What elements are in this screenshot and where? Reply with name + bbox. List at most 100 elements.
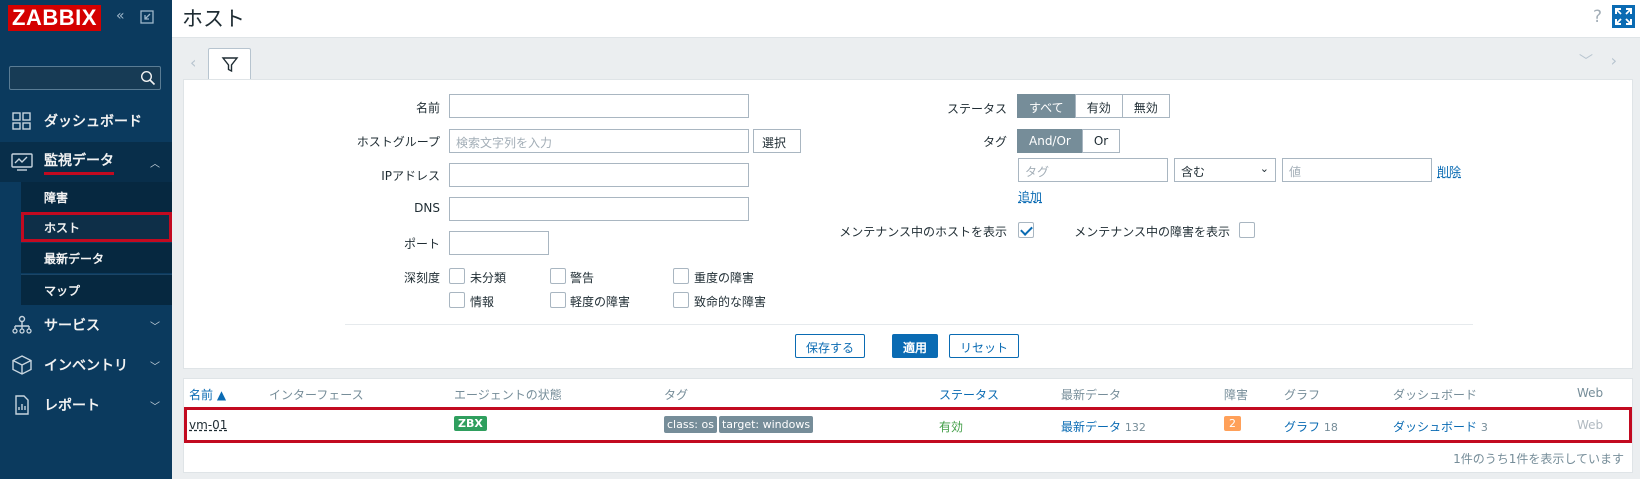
tags-label: タグ bbox=[982, 135, 1007, 149]
ip-input[interactable] bbox=[449, 163, 749, 187]
sidebar-subitem-label: 最新データ bbox=[44, 252, 105, 266]
column-header-tags: タグ bbox=[664, 388, 689, 402]
sidebar-item-reports[interactable]: レポート ﹀ bbox=[0, 385, 172, 425]
sidebar-item-services[interactable]: サービス ﹀ bbox=[0, 305, 172, 345]
tag-operator-segmented-control[interactable]: And/Or Or bbox=[1017, 129, 1121, 153]
sidebar-item-label: 監視データ bbox=[44, 150, 114, 175]
filter-tab[interactable] bbox=[208, 48, 251, 81]
sidebar-subitem-label: 障害 bbox=[44, 191, 69, 205]
severity-disaster-checkbox[interactable] bbox=[673, 292, 689, 308]
sidebar-search-input[interactable] bbox=[9, 66, 161, 90]
hostgroup-label: ホストグループ bbox=[356, 135, 440, 149]
severity-option-label: 未分類 bbox=[470, 271, 507, 285]
dns-input[interactable] bbox=[449, 197, 749, 221]
host-status-link[interactable]: 有効 bbox=[939, 418, 963, 435]
sidebar-item-dashboard[interactable]: ダッシュボード bbox=[0, 101, 172, 141]
status-label: ステータス bbox=[946, 102, 1007, 116]
dashboards-link[interactable]: ダッシュボード bbox=[1393, 420, 1477, 434]
hide-sidebar-icon[interactable] bbox=[140, 10, 154, 24]
latest-data-link[interactable]: 最新データ bbox=[1061, 420, 1121, 434]
help-icon[interactable]: ? bbox=[1593, 7, 1602, 27]
problems-badge[interactable]: 2 bbox=[1224, 416, 1241, 431]
collapse-sidebar-icon[interactable]: « bbox=[116, 8, 125, 24]
severity-high-checkbox[interactable] bbox=[673, 268, 689, 284]
status-enabled-option[interactable]: 有効 bbox=[1074, 94, 1123, 118]
sidebar-item-monitoring[interactable]: 監視データ ︿ bbox=[0, 142, 172, 182]
severity-average-checkbox[interactable] bbox=[550, 292, 566, 308]
web-link: Web bbox=[1577, 418, 1604, 432]
page-header: ホスト ? bbox=[172, 0, 1640, 38]
severity-not-classified-checkbox[interactable] bbox=[449, 268, 465, 284]
name-input[interactable] bbox=[449, 94, 749, 118]
sidebar-item-label: レポート bbox=[44, 398, 100, 414]
tag-name-input[interactable]: タグ bbox=[1018, 158, 1168, 182]
table-row: vm-01 ZBX class: os target: windows 有効 最新… bbox=[184, 407, 1632, 443]
sidebar-item-label: サービス bbox=[44, 318, 100, 334]
chevron-down-icon: ⌄ bbox=[1259, 162, 1269, 175]
maint-hosts-checkbox[interactable] bbox=[1018, 222, 1034, 238]
filter-divider bbox=[345, 324, 1473, 325]
status-disabled-option[interactable]: 無効 bbox=[1121, 94, 1170, 118]
tag-andor-option[interactable]: And/Or bbox=[1017, 129, 1083, 153]
tag-remove-link[interactable]: 削除 bbox=[1437, 163, 1461, 180]
column-header-latest-data: 最新データ bbox=[1061, 388, 1122, 402]
tag-badge[interactable]: target: windows bbox=[718, 416, 814, 433]
severity-warning-checkbox[interactable] bbox=[550, 268, 566, 284]
tag-add-link[interactable]: 追加 bbox=[1018, 188, 1042, 205]
sidebar-subitem-hosts[interactable]: ホスト bbox=[21, 212, 172, 242]
host-name-link[interactable]: vm-01 bbox=[189, 418, 227, 432]
column-header-status[interactable]: ステータス bbox=[939, 386, 999, 403]
apply-button[interactable]: 適用 bbox=[892, 334, 939, 358]
hostgroup-select-button[interactable]: 選択 bbox=[753, 129, 801, 153]
chevron-right-icon[interactable]: › bbox=[1611, 51, 1617, 70]
monitoring-icon bbox=[11, 153, 33, 171]
sidebar-item-inventory[interactable]: インベントリ ﹀ bbox=[0, 345, 172, 385]
column-header-name[interactable]: 名前 ▲ bbox=[189, 386, 226, 403]
tag-value-input[interactable]: 値 bbox=[1282, 158, 1432, 182]
hostgroup-input[interactable]: 検索文字列を入力 bbox=[449, 129, 749, 153]
tags-cell: class: os target: windows bbox=[664, 416, 815, 433]
name-label: 名前 bbox=[415, 101, 440, 115]
dashboard-icon bbox=[12, 112, 31, 130]
search-icon[interactable] bbox=[140, 70, 156, 86]
severity-information-checkbox[interactable] bbox=[449, 292, 465, 308]
chevron-left-icon[interactable]: ‹ bbox=[190, 53, 196, 72]
tag-or-option[interactable]: Or bbox=[1081, 129, 1121, 153]
problems-cell: 2 bbox=[1224, 416, 1241, 431]
reset-button[interactable]: リセット bbox=[949, 334, 1020, 358]
maint-hosts-label: メンテナンス中のホストを表示 bbox=[839, 225, 1007, 239]
filter-icon bbox=[221, 57, 239, 73]
kiosk-mode-icon[interactable] bbox=[1612, 5, 1635, 28]
sidebar-subitem-latest-data[interactable]: 最新データ bbox=[21, 243, 172, 273]
sidebar-subitem-problems[interactable]: 障害 bbox=[21, 182, 172, 212]
column-header-agent: エージェントの状態 bbox=[454, 388, 562, 402]
chevron-down-icon: ﹀ bbox=[150, 321, 160, 333]
hosts-table: 名前 ▲ インターフェース エージェントの状態 タグ ステータス 最新データ 障… bbox=[183, 378, 1633, 473]
maint-problems-checkbox[interactable] bbox=[1239, 222, 1255, 238]
graphs-link[interactable]: グラフ bbox=[1284, 420, 1320, 434]
filter-tabs: ‹ ﹀ › bbox=[183, 48, 1631, 81]
sidebar-subitem-label: ホスト bbox=[44, 221, 81, 235]
graphs-count: 18 bbox=[1323, 421, 1338, 434]
submenu-rail bbox=[0, 182, 21, 305]
zabbix-logo[interactable]: ZABBIX bbox=[8, 5, 101, 31]
maint-problems-label: メンテナンス中の障害を表示 bbox=[1074, 225, 1230, 239]
table-footer-count: 1件のうち1件を表示しています bbox=[1453, 452, 1624, 466]
tag-badge[interactable]: class: os bbox=[664, 416, 717, 433]
column-header-web: Web bbox=[1577, 386, 1604, 400]
sidebar: ZABBIX « ダッシュボード 監視データ ︿ 障害 ホスト 最新データ マッ… bbox=[0, 0, 172, 479]
chevron-down-icon[interactable]: ﹀ bbox=[1579, 51, 1593, 71]
tag-operator-select[interactable]: 含む ⌄ bbox=[1174, 158, 1276, 182]
save-as-button[interactable]: 保存する bbox=[795, 334, 866, 358]
chevron-up-icon: ︿ bbox=[150, 158, 160, 170]
port-input[interactable] bbox=[449, 231, 549, 255]
column-header-dashboards: ダッシュボード bbox=[1393, 388, 1478, 402]
status-all-option[interactable]: すべて bbox=[1017, 94, 1076, 118]
severity-option-label: 警告 bbox=[570, 271, 595, 285]
severity-option-label: 軽度の障害 bbox=[570, 295, 631, 309]
sidebar-item-label: インベントリ bbox=[44, 358, 128, 374]
severity-option-label: 致命的な障害 bbox=[694, 295, 767, 309]
sidebar-subitem-maps[interactable]: マップ bbox=[21, 275, 172, 305]
ip-label: IPアドレス bbox=[381, 169, 440, 183]
status-segmented-control[interactable]: すべて 有効 無効 bbox=[1017, 94, 1170, 118]
